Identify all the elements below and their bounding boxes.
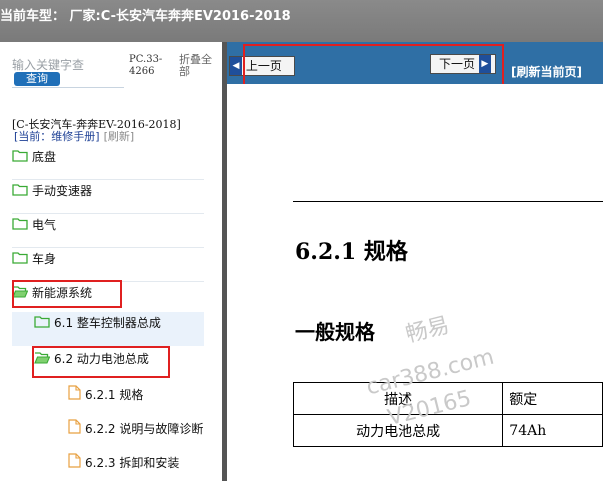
window-title: 当前车型： 厂家:C-长安汽车奔奔EV2016-2018 (0, 9, 291, 24)
left-panel: 查询 PC.33-4266 折叠全部 [C-长安汽车-奔奔EV-2016-201… (0, 42, 222, 481)
folder-icon (12, 215, 28, 237)
table-header-cell: 额定 (502, 382, 603, 415)
tree-item-description-diagnosis[interactable]: 6.2.2 说明与故障诊断 (12, 418, 222, 452)
collapse-all-button[interactable]: 折叠全部 (179, 54, 219, 78)
pc-code: PC.33-4266 (129, 54, 163, 77)
tree-item-manual-transmission[interactable]: 手动变速器 (12, 180, 204, 214)
page-toolbar: ◀ 上一页 下一页 ▶ [刷新当前页] (227, 42, 603, 86)
folder-icon (12, 181, 28, 203)
search-button[interactable]: 查询 (14, 72, 60, 86)
table-header-cell: 描述 (292, 382, 504, 415)
table-cell: 74Ah (502, 414, 603, 447)
page-icon (68, 384, 81, 407)
tree-item-label: 电气 (32, 218, 57, 232)
watermark-text: 畅易 (403, 312, 452, 348)
highlight-box (12, 280, 122, 308)
tree-item-label: 6.2.2 说明与故障诊断 (85, 422, 204, 436)
tree-item-label: 手动变速器 (32, 184, 93, 198)
page-icon (68, 418, 81, 441)
subsection-title: 一般规格 (295, 320, 375, 344)
tree-item-vehicle-controller[interactable]: 6.1 整车控制器总成 (12, 312, 204, 346)
tree-item-label: 车身 (32, 252, 57, 266)
tree-item-chassis[interactable]: 底盘 (12, 146, 204, 180)
section-title: 6.2.1 规格 (295, 239, 408, 265)
refresh-page-button[interactable]: [刷新当前页] (511, 63, 582, 80)
tree-item-label: 6.2.3 拆卸和安装 (85, 456, 180, 470)
title-bar: 当前车型： 厂家:C-长安汽车奔奔EV2016-2018 (0, 0, 603, 42)
folder-icon (12, 249, 28, 271)
tree-item-specifications[interactable]: 6.2.1 规格 (12, 384, 212, 418)
spec-table: 描述 额定 动力电池总成 74Ah (292, 382, 603, 447)
folder-icon (34, 313, 50, 335)
current-location: [当前：维修手册] [刷新] (14, 128, 134, 144)
folder-icon (12, 147, 28, 169)
tree-item-electrical[interactable]: 电气 (12, 214, 204, 248)
tree-item-label: 6.1 整车控制器总成 (54, 316, 161, 330)
table-header-row: 描述 额定 (292, 382, 603, 415)
highlight-box (243, 44, 504, 86)
tree-item-removal-installation[interactable]: 6.2.3 拆卸和安装 (12, 452, 212, 481)
table-cell: 动力电池总成 (292, 414, 504, 447)
arrow-left-icon: ◀ (230, 57, 242, 75)
tree-item-label: 6.2.1 规格 (85, 388, 144, 402)
tree-item-label: 底盘 (32, 150, 57, 164)
current-label: [当前：维修手册] (14, 130, 100, 143)
document-view: 6.2.1 规格 一般规格 描述 额定 动力电池总成 74Ah 畅易 car38… (227, 84, 603, 481)
tree-item-body[interactable]: 车身 (12, 248, 204, 282)
page-icon (68, 452, 81, 475)
search-underline (12, 87, 124, 88)
header-rule (293, 201, 603, 202)
highlight-box (32, 346, 170, 378)
table-row: 动力电池总成 74Ah (292, 414, 603, 447)
refresh-link[interactable]: [刷新] (104, 130, 135, 143)
